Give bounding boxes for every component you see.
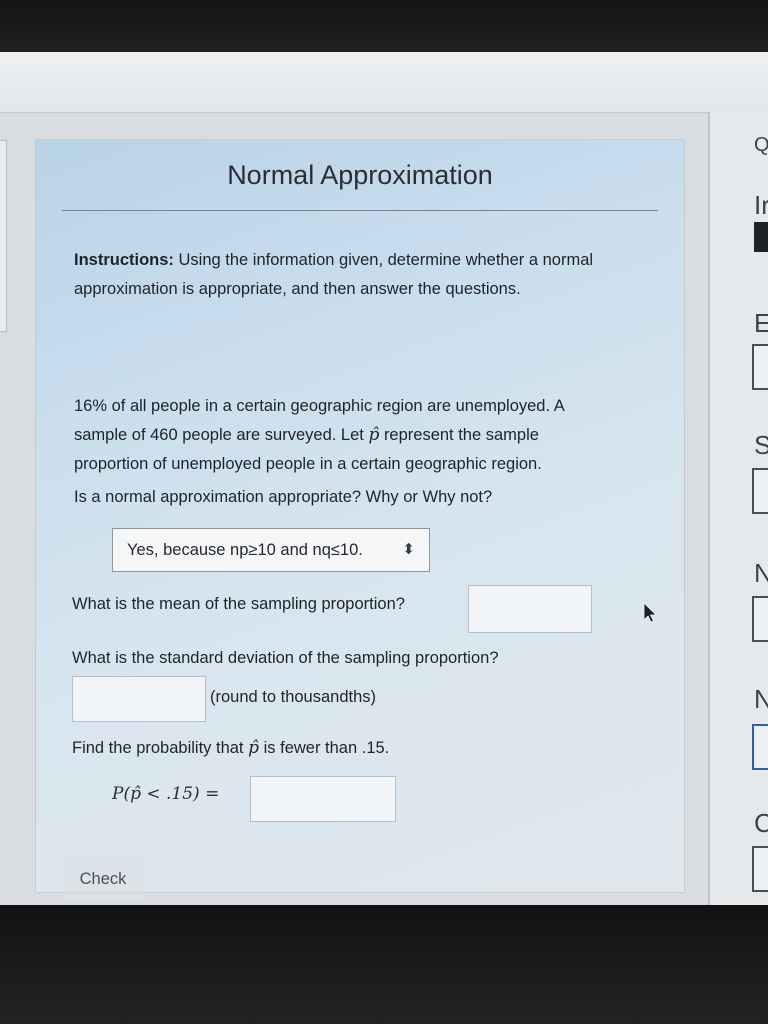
question-panel: Normal Approximation Instructions: Using… [36,140,684,902]
probability-answer-input[interactable] [250,776,396,822]
rounding-note: (round to thousandths) [210,688,377,706]
probability-text-pre: Find the probability that [72,739,244,757]
sidebar-letter-5: N [754,558,768,588]
sidebar-letter-7: C [754,808,768,838]
sidebar-letter-1: Q [754,134,768,156]
sidebar-box-1[interactable] [752,344,768,390]
display-area: Normal Approximation Instructions: Using… [0,52,768,905]
mouse-pointer-icon [643,602,657,623]
left-panel-edge [0,140,7,332]
sidebar-dark-block [754,222,768,252]
mean-answer-input[interactable] [468,585,592,633]
photo-of-monitor: Normal Approximation Instructions: Using… [0,0,768,1024]
instructions-text: Instructions: Using the information give… [74,246,634,304]
dropdown-selected-value: Yes, because np≥10 and nq≤10. [127,541,363,559]
sidebar-box-3[interactable] [752,596,768,642]
probability-text-post: is fewer than .15. [263,739,390,757]
question-std-dev: What is the standard deviation of the sa… [72,649,499,667]
page-title: Normal Approximation [227,160,493,190]
sidebar-letter-3: E [754,308,768,338]
monitor-bezel-top [0,0,768,52]
question-normal-approx: Is a normal approximation appropriate? W… [74,488,493,506]
normal-approx-dropdown[interactable]: Yes, because np≥10 and nq≤10. ⬍ [112,528,430,572]
problem-statement: 16% of all people in a certain geographi… [74,392,674,479]
sidebar-letter-4: S [754,430,768,460]
browser-top-bar [0,52,768,113]
problem-line-2b: represent the sample [383,426,539,444]
question-mean: What is the mean of the sampling proport… [72,595,405,613]
problem-line-2: sample of 460 people are surveyed. Let [74,426,364,444]
probability-expression: P(p̂ < .15) = [112,784,220,804]
sidebar-box-4-active[interactable] [752,724,768,770]
right-sidebar: Q Ir E S N N C [710,112,768,905]
p-hat-symbol-2: p̂ [248,738,260,758]
title-divider [62,210,658,211]
p-hat-symbol: p̂ [368,425,380,445]
sidebar-box-5[interactable] [752,846,768,892]
problem-line-1: 16% of all people in a certain geographi… [74,397,565,415]
std-dev-answer-input[interactable] [72,676,206,722]
check-button[interactable]: Check [62,856,144,902]
dropdown-arrows-icon: ⬍ [402,541,415,558]
sidebar-box-2[interactable] [752,468,768,514]
sidebar-letter-6: N [754,684,768,714]
sidebar-letter-2: Ir [754,190,768,220]
monitor-bezel-bottom [0,905,768,1024]
instructions-label: Instructions: [74,251,174,269]
problem-line-3: proportion of unemployed people in a cer… [74,455,542,473]
question-probability: Find the probability that p̂ is fewer th… [72,738,389,758]
